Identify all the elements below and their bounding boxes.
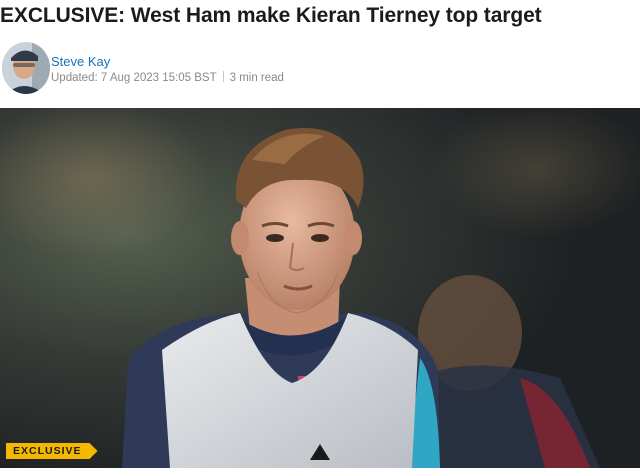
- author-avatar[interactable]: [2, 42, 50, 94]
- byline: Steve Kay Updated: 7 Aug 2023 15:05 BST 3…: [0, 40, 640, 96]
- player-photo: [0, 108, 640, 468]
- hero-image: [0, 108, 640, 468]
- updated-timestamp: Updated: 7 Aug 2023 15:05 BST: [51, 72, 217, 84]
- exclusive-badge: EXCLUSIVE: [6, 443, 98, 459]
- meta-divider: [222, 71, 224, 82]
- author-link[interactable]: Steve Kay: [51, 54, 110, 69]
- read-time: 3 min read: [229, 72, 284, 84]
- author-photo-icon: [2, 42, 50, 94]
- article-meta: Updated: 7 Aug 2023 15:05 BST 3 min read: [51, 71, 284, 84]
- article-headline: EXCLUSIVE: West Ham make Kieran Tierney …: [0, 4, 542, 27]
